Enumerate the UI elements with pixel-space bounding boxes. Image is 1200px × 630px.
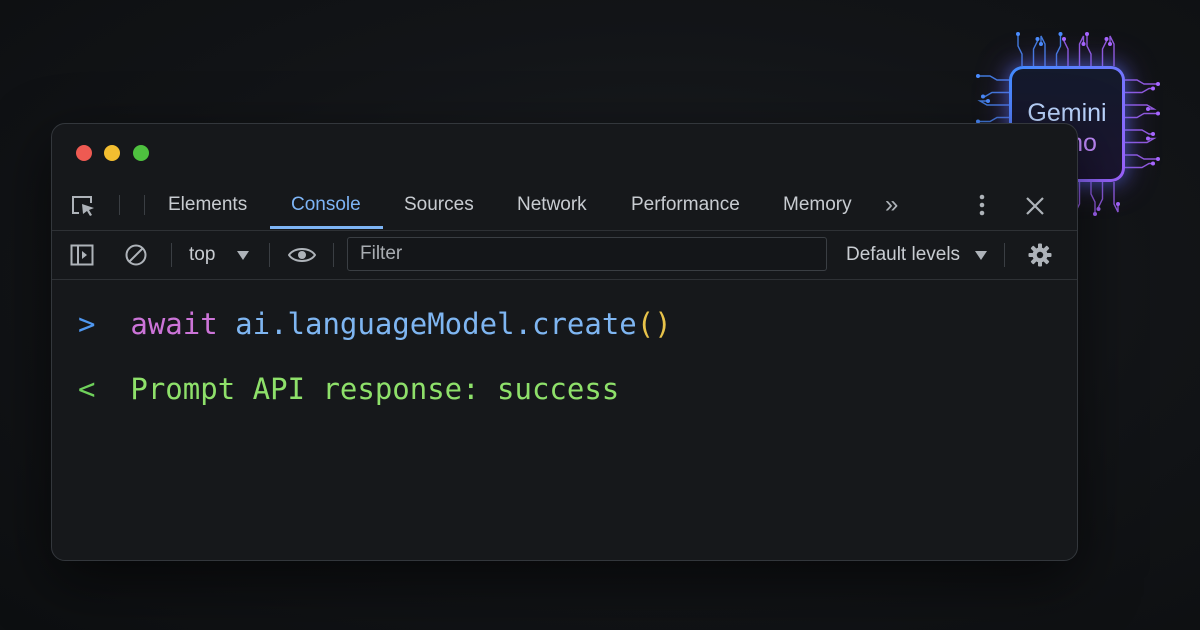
clear-console-icon[interactable] bbox=[123, 243, 149, 267]
code-keyword: await bbox=[130, 307, 218, 341]
devtools-window: Elements Console Sources Network Perform… bbox=[51, 123, 1078, 561]
context-selector[interactable]: top bbox=[189, 231, 215, 279]
title-bar bbox=[52, 124, 1077, 180]
divider bbox=[144, 195, 145, 215]
close-icon[interactable] bbox=[1022, 193, 1048, 219]
console-result-line: < Prompt API response: success bbox=[78, 372, 619, 406]
code-parens: () bbox=[636, 307, 672, 341]
tab-memory[interactable]: Memory bbox=[783, 180, 852, 230]
divider bbox=[119, 195, 120, 215]
stage: Gemini Nano Elements Console Sources N bbox=[0, 0, 1200, 630]
tab-console[interactable]: Console bbox=[291, 180, 361, 230]
input-prompt-icon: > bbox=[78, 307, 96, 341]
chevron-down-icon[interactable] bbox=[236, 248, 250, 262]
filter-input[interactable] bbox=[347, 237, 827, 271]
close-window-button[interactable] bbox=[76, 145, 92, 161]
tab-elements[interactable]: Elements bbox=[168, 180, 247, 230]
eye-icon[interactable] bbox=[287, 243, 317, 267]
divider bbox=[269, 243, 270, 267]
divider bbox=[171, 243, 172, 267]
result-prompt-icon: < bbox=[78, 372, 96, 406]
divider bbox=[333, 243, 334, 267]
tab-sources[interactable]: Sources bbox=[404, 180, 474, 230]
active-tab-indicator bbox=[270, 226, 383, 229]
inspect-element-icon[interactable] bbox=[68, 192, 98, 220]
sidebar-toggle-icon[interactable] bbox=[69, 243, 95, 267]
gear-icon[interactable] bbox=[1026, 242, 1054, 268]
log-levels-dropdown[interactable]: Default levels bbox=[846, 231, 960, 279]
divider bbox=[1004, 243, 1005, 267]
tab-bar: Elements Console Sources Network Perform… bbox=[52, 180, 1077, 231]
more-tabs-icon[interactable]: » bbox=[885, 180, 898, 230]
minimize-window-button[interactable] bbox=[104, 145, 120, 161]
code-expression: ai.languageModel.create bbox=[235, 307, 637, 341]
console-toolbar: top Default levels bbox=[52, 231, 1077, 280]
console-input-line: > await ai.languageModel.create() bbox=[78, 307, 672, 341]
tab-network[interactable]: Network bbox=[517, 180, 587, 230]
chevron-down-icon[interactable] bbox=[974, 248, 988, 262]
kebab-menu-icon[interactable] bbox=[970, 193, 994, 217]
maximize-window-button[interactable] bbox=[133, 145, 149, 161]
tab-performance[interactable]: Performance bbox=[631, 180, 740, 230]
result-text: Prompt API response: success bbox=[130, 372, 620, 406]
